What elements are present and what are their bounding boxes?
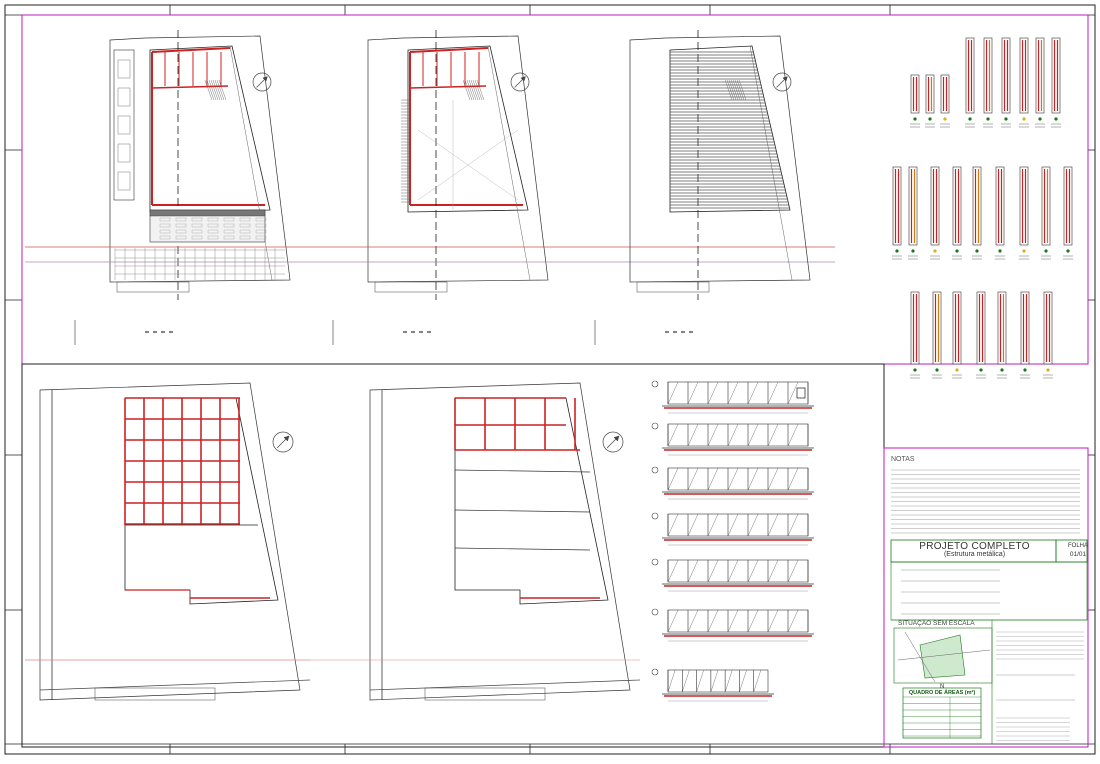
sheet-border	[4, 4, 1096, 755]
area-table-label: QUADRO DE ÁREAS (m²)	[908, 690, 976, 696]
notes-label: NOTAS	[891, 456, 915, 463]
project-subtitle: (Estrutura metálica)	[943, 551, 1006, 558]
situation-label: SITUAÇÃO SEM ESCALA	[898, 620, 975, 627]
drawing-sheet: N NOTAS PROJETO COMPLETO (Estrutura metá…	[0, 0, 1100, 759]
cad-drawing: N	[4, 4, 1096, 755]
sheet-label: FOLHA	[1067, 543, 1088, 549]
sheet-number: 01/01	[1069, 551, 1087, 558]
